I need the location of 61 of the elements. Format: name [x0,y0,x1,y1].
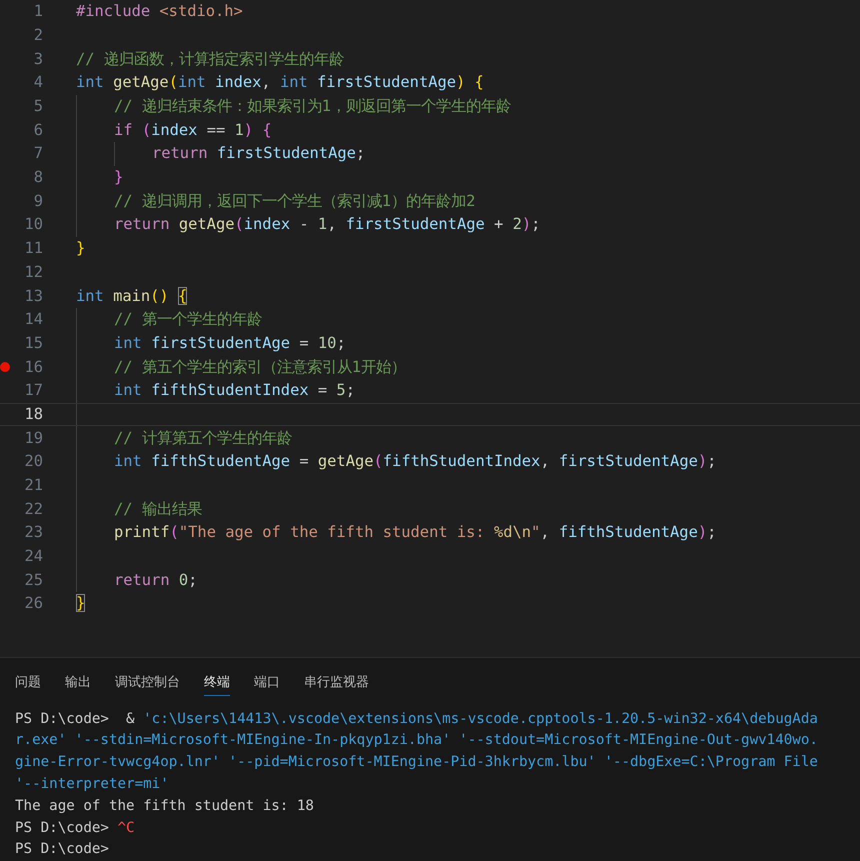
line-number: 24 [23,546,43,568]
line-number: 8 [32,167,43,188]
code-line: return firstStudentAge; [152,143,366,164]
terminal-line: '--interpreter=mi' [15,775,169,794]
line-number: 14 [23,309,43,330]
code-line: } [114,167,124,188]
code-line: return 0; [114,570,198,591]
line-number: 18 [23,404,43,425]
breakpoint-icon[interactable] [0,362,10,372]
code-line: } [76,593,86,614]
line-number: 7 [32,143,43,164]
code-line: // 计算第五个学生的年龄 [114,428,292,449]
code-line: // 第一个学生的年龄 [114,309,262,330]
panel-tab[interactable]: 输出 [65,672,91,696]
panel-tab[interactable]: 调试控制台 [115,672,180,696]
line-number: 25 [23,570,43,591]
code-line: int fifthStudentAge = getAge(fifthStudentIndex, firstStudentAge); [114,451,716,472]
terminal-line: PS D:\code> ^C [15,818,135,838]
code-line: int getAge(int index, int firstStudentAge) { [76,72,484,94]
line-number: 15 [23,332,43,354]
line-number: 23 [23,522,43,544]
panel-tab[interactable]: 端口 [254,672,280,696]
terminal-line: PS D:\code> [15,840,109,860]
code-line: int firstStudentAge = 10; [114,332,346,354]
code-line: return getAge(index - 1, firstStudentAge + 2); [114,214,540,236]
code-line: // 递归结束条件：如果索引为1，则返回第一个学生的年龄 [114,96,512,118]
line-number: 11 [23,238,43,260]
line-number: 4 [32,72,43,94]
code-line: // 第五个学生的索引（注意索引从1开始） [114,356,406,378]
terminal-line: r.exe' '--stdin=Microsoft-MIEngine-In-pkqyp1zi.bha' '--stdout=Microsoft-MIEngine-Out-gwv140wo. [15,731,818,750]
line-number: 1 [32,1,43,22]
code-line: // 递归调用，返回下一个学生（索引减1）的年龄加2 [114,190,476,212]
line-number: 6 [32,120,43,141]
line-number: 26 [23,593,43,614]
panel-tab[interactable]: 问题 [15,672,41,696]
panel-tab[interactable]: 终端 [204,672,230,696]
code-line: } [76,238,86,260]
code-line: if (index == 1) { [114,120,272,141]
line-number: 20 [23,451,43,472]
line-number: 5 [32,96,43,118]
code-line: int fifthStudentIndex = 5; [114,380,355,402]
line-number: 2 [32,24,43,46]
code-line: // 递归函数，计算指定索引学生的年龄 [76,48,344,70]
line-number: 16 [23,356,43,378]
line-number: 17 [23,380,43,402]
panel-tab[interactable]: 串行监视器 [304,672,369,696]
terminal-line: The age of the fifth student is: 18 [15,796,314,816]
terminal-line: PS D:\code> & 'c:\Users\14413\.vscode\extensions\ms-vscode.cpptools-1.20.5-win32-x64\debugAda [15,710,818,729]
line-number: 3 [32,48,43,70]
code-line: // 输出结果 [114,498,202,520]
code-line: printf("The age of the fifth student is: %d\n", fifthStudentAge); [114,522,716,544]
terminal-line: gine-Error-tvwcg4op.lnr' '--pid=Microsoft-MIEngine-Pid-3hkrbycm.lbu' '--dbgExe=C:\Program File [15,753,818,772]
line-number: 21 [23,475,43,496]
code-line: #include <stdio.h> [76,1,243,22]
line-number: 12 [23,262,43,283]
line-number: 19 [23,428,43,449]
line-number: 9 [32,190,43,212]
line-number: 10 [23,214,43,236]
code-line: int main() { [76,286,188,307]
line-number: 13 [23,286,43,307]
line-number: 22 [23,498,43,520]
